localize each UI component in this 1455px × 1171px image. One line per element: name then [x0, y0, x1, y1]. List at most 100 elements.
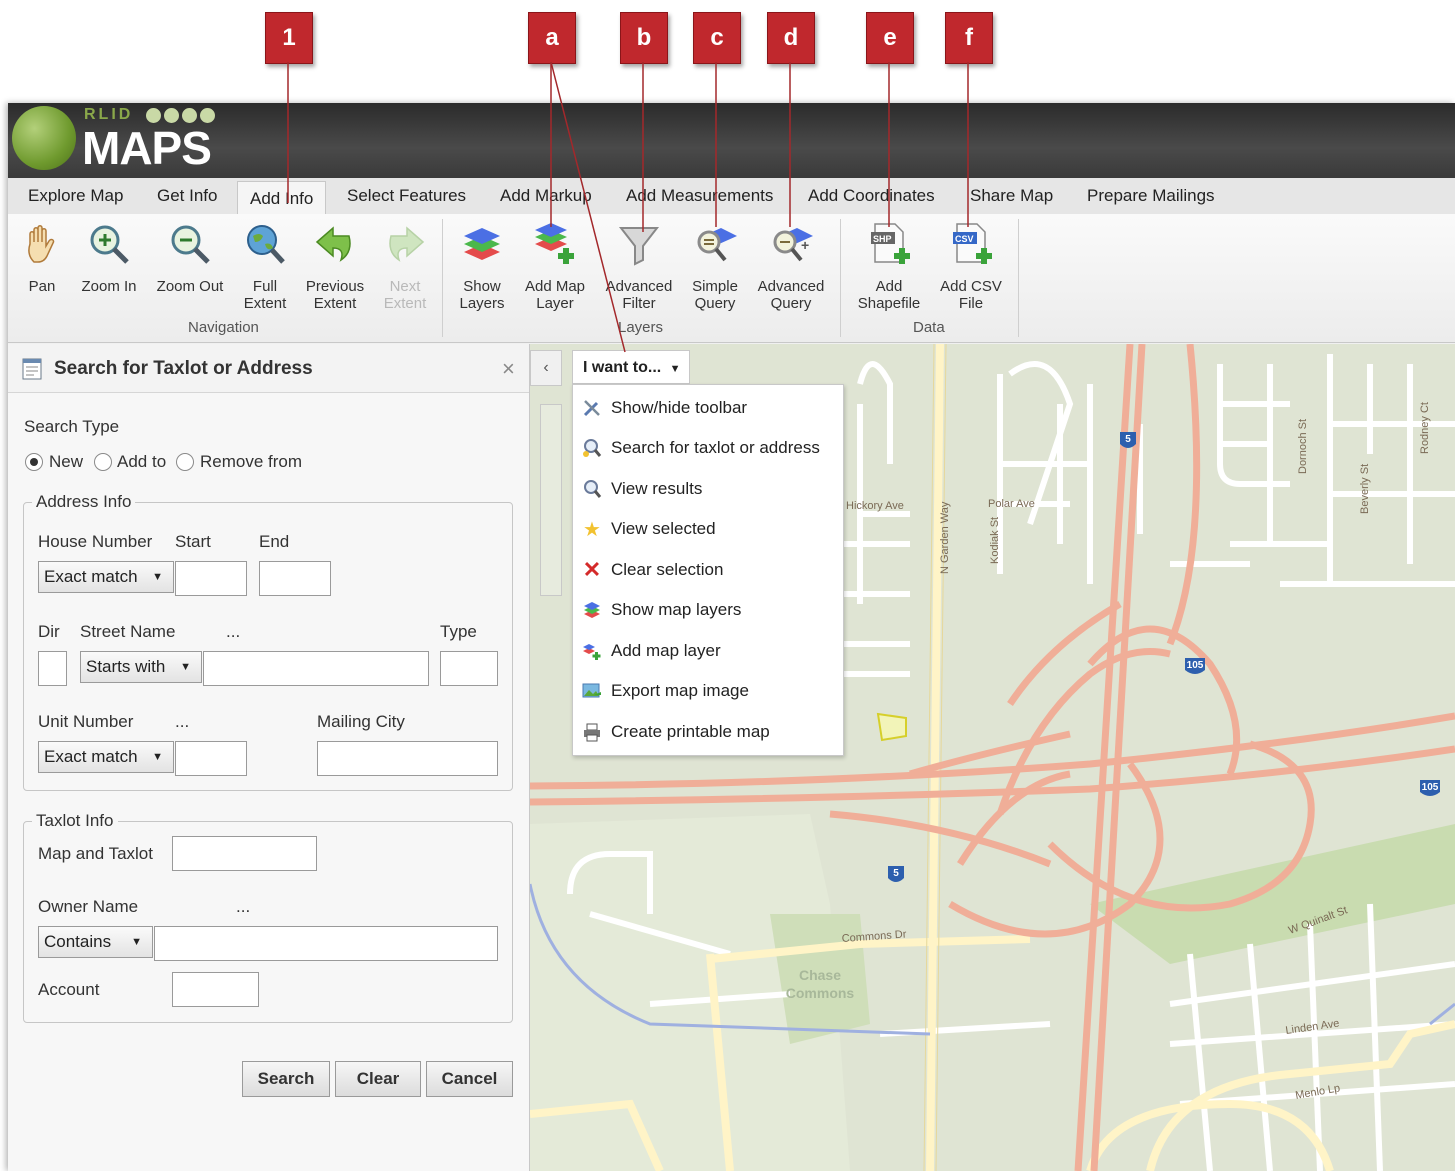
search-button[interactable]: Search: [242, 1061, 330, 1097]
street-type-input[interactable]: [440, 651, 498, 686]
advanced-query-button[interactable]: + Advanced Query: [752, 222, 830, 312]
unit-match-select[interactable]: Exact match ▼: [38, 741, 174, 773]
data-group-label: Data: [913, 319, 945, 336]
menu-item-clear-selection[interactable]: ✕ Clear selection: [581, 555, 839, 585]
search-icon: [581, 437, 603, 459]
zoom-in-button[interactable]: Zoom In: [70, 222, 148, 295]
account-input[interactable]: [172, 972, 259, 1007]
tab-share-map[interactable]: Share Map: [970, 186, 1053, 206]
main-tab-bar: Explore Map Get Info Add Info Select Fea…: [8, 178, 1455, 215]
chevron-down-icon: ▼: [152, 751, 163, 763]
account-label: Account: [38, 980, 100, 999]
dir-input[interactable]: [38, 651, 67, 686]
arrow-left-icon: [315, 226, 351, 262]
layers-group-label: Layers: [618, 319, 664, 336]
menu-item-show-map-layers[interactable]: Show map layers: [581, 595, 839, 625]
next-extent-button[interactable]: Next Extent: [366, 222, 444, 312]
svg-text:SHP: SHP: [873, 234, 892, 244]
owner-name-label: Owner Name: [38, 897, 139, 916]
svg-text:N Garden Way: N Garden Way: [939, 501, 951, 574]
advanced-query-icon: +: [773, 228, 813, 262]
svg-text:CSV: CSV: [955, 234, 974, 244]
menu-item-view-selected[interactable]: ★ View selected: [581, 514, 839, 544]
shapefile-icon: SHP: [871, 223, 910, 264]
dir-label: Dir: [38, 622, 60, 641]
tab-explore-map[interactable]: Explore Map: [28, 186, 123, 206]
svg-text:105: 105: [1422, 782, 1439, 793]
menu-item-show-hide-toolbar[interactable]: Show/hide toolbar: [581, 393, 839, 423]
house-number-label: House Number: [38, 532, 153, 551]
callout-e: e: [866, 12, 914, 64]
clear-button[interactable]: Clear: [335, 1061, 421, 1097]
previous-extent-button[interactable]: Previous Extent: [296, 222, 374, 312]
owner-name-ellipsis: ...: [236, 897, 251, 916]
add-map-layer-button[interactable]: Add Map Layer: [516, 222, 594, 312]
unit-number-ellipsis: ...: [175, 712, 190, 731]
svg-text:Beverly St: Beverly St: [1359, 464, 1371, 514]
house-end-input[interactable]: [259, 561, 331, 596]
tab-get-info[interactable]: Get Info: [157, 186, 217, 206]
tab-add-measurements[interactable]: Add Measurements: [626, 186, 773, 206]
printer-icon: [581, 721, 603, 743]
mailing-city-input[interactable]: [317, 741, 498, 776]
radio-remove-from[interactable]: [176, 453, 194, 471]
owner-match-select[interactable]: Contains ▼: [38, 926, 153, 958]
zoom-out-button[interactable]: Zoom Out: [151, 222, 229, 295]
tab-add-coordinates[interactable]: Add Coordinates: [808, 186, 935, 206]
tab-add-markup[interactable]: Add Markup: [500, 186, 592, 206]
menu-item-create-printable-map[interactable]: Create printable map: [581, 717, 839, 747]
panel-header: Search for Taxlot or Address ×: [8, 344, 529, 393]
menu-item-search-taxlot[interactable]: Search for taxlot or address: [581, 433, 839, 463]
menu-item-export-map-image[interactable]: Export map image: [581, 676, 839, 706]
street-name-label: Street Name: [80, 622, 176, 641]
map-view[interactable]: 5 5 105 105 N Garden Way Kodiak St Polar…: [530, 344, 1455, 1171]
i-want-to-menu: Show/hide toolbar Search for taxlot or a…: [572, 384, 844, 756]
tab-add-info[interactable]: Add Info: [237, 181, 327, 215]
funnel-icon: [618, 227, 660, 266]
cancel-button[interactable]: Cancel: [426, 1061, 513, 1097]
add-shapefile-button[interactable]: SHP Add Shapefile: [850, 222, 928, 312]
radio-add-to[interactable]: [94, 453, 112, 471]
map-taxlot-label: Map and Taxlot: [38, 844, 153, 863]
i-want-to-dropdown[interactable]: I want to... ▼: [572, 350, 690, 384]
callout-a: a: [528, 12, 576, 64]
tools-icon: [581, 397, 603, 419]
tab-prepare-mailings[interactable]: Prepare Mailings: [1087, 186, 1215, 206]
street-name-ellipsis: ...: [226, 622, 241, 641]
add-layer-icon: [535, 223, 574, 264]
svg-text:5: 5: [893, 868, 899, 879]
red-x-icon: ✕: [582, 557, 602, 582]
svg-text:105: 105: [1187, 660, 1204, 671]
close-icon[interactable]: ×: [502, 356, 515, 382]
street-name-input[interactable]: [203, 651, 429, 686]
mailing-city-label: Mailing City: [317, 712, 405, 731]
magnifier-icon: [581, 478, 603, 500]
zoom-out-icon: [171, 225, 210, 264]
form-icon: [22, 358, 42, 380]
street-match-select[interactable]: Starts with ▼: [80, 651, 202, 683]
simple-query-button[interactable]: Simple Query: [676, 222, 754, 312]
unit-number-input[interactable]: [175, 741, 247, 776]
map-taxlot-input[interactable]: [172, 836, 317, 871]
advanced-filter-button[interactable]: Advanced Filter: [600, 222, 678, 312]
chevron-down-icon: ▼: [131, 936, 142, 948]
zoom-slider[interactable]: [540, 404, 562, 596]
app-header: RLID MAPS: [8, 103, 1455, 178]
house-number-match-select[interactable]: Exact match ▼: [38, 561, 174, 593]
layers-icon: [581, 599, 603, 621]
add-csv-file-button[interactable]: CSV Add CSV File: [932, 222, 1010, 312]
show-layers-button[interactable]: Show Layers: [443, 222, 521, 312]
menu-item-view-results[interactable]: View results: [581, 474, 839, 504]
svg-text:Commons: Commons: [786, 985, 855, 1001]
panel-title: Search for Taxlot or Address: [54, 358, 313, 379]
owner-name-input[interactable]: [154, 926, 498, 961]
tab-select-features[interactable]: Select Features: [347, 186, 466, 206]
house-start-input[interactable]: [175, 561, 247, 596]
radio-new[interactable]: [25, 453, 43, 471]
ribbon-toolbar: Pan Zoom In Zoom Out Full Extent Previou…: [8, 214, 1455, 343]
callout-1: 1: [265, 12, 313, 64]
collapse-panel-button[interactable]: ‹: [530, 350, 562, 386]
radio-remove-from-label: Remove from: [200, 452, 303, 471]
menu-item-add-map-layer[interactable]: Add map layer: [581, 636, 839, 666]
full-extent-button[interactable]: Full Extent: [226, 222, 304, 312]
